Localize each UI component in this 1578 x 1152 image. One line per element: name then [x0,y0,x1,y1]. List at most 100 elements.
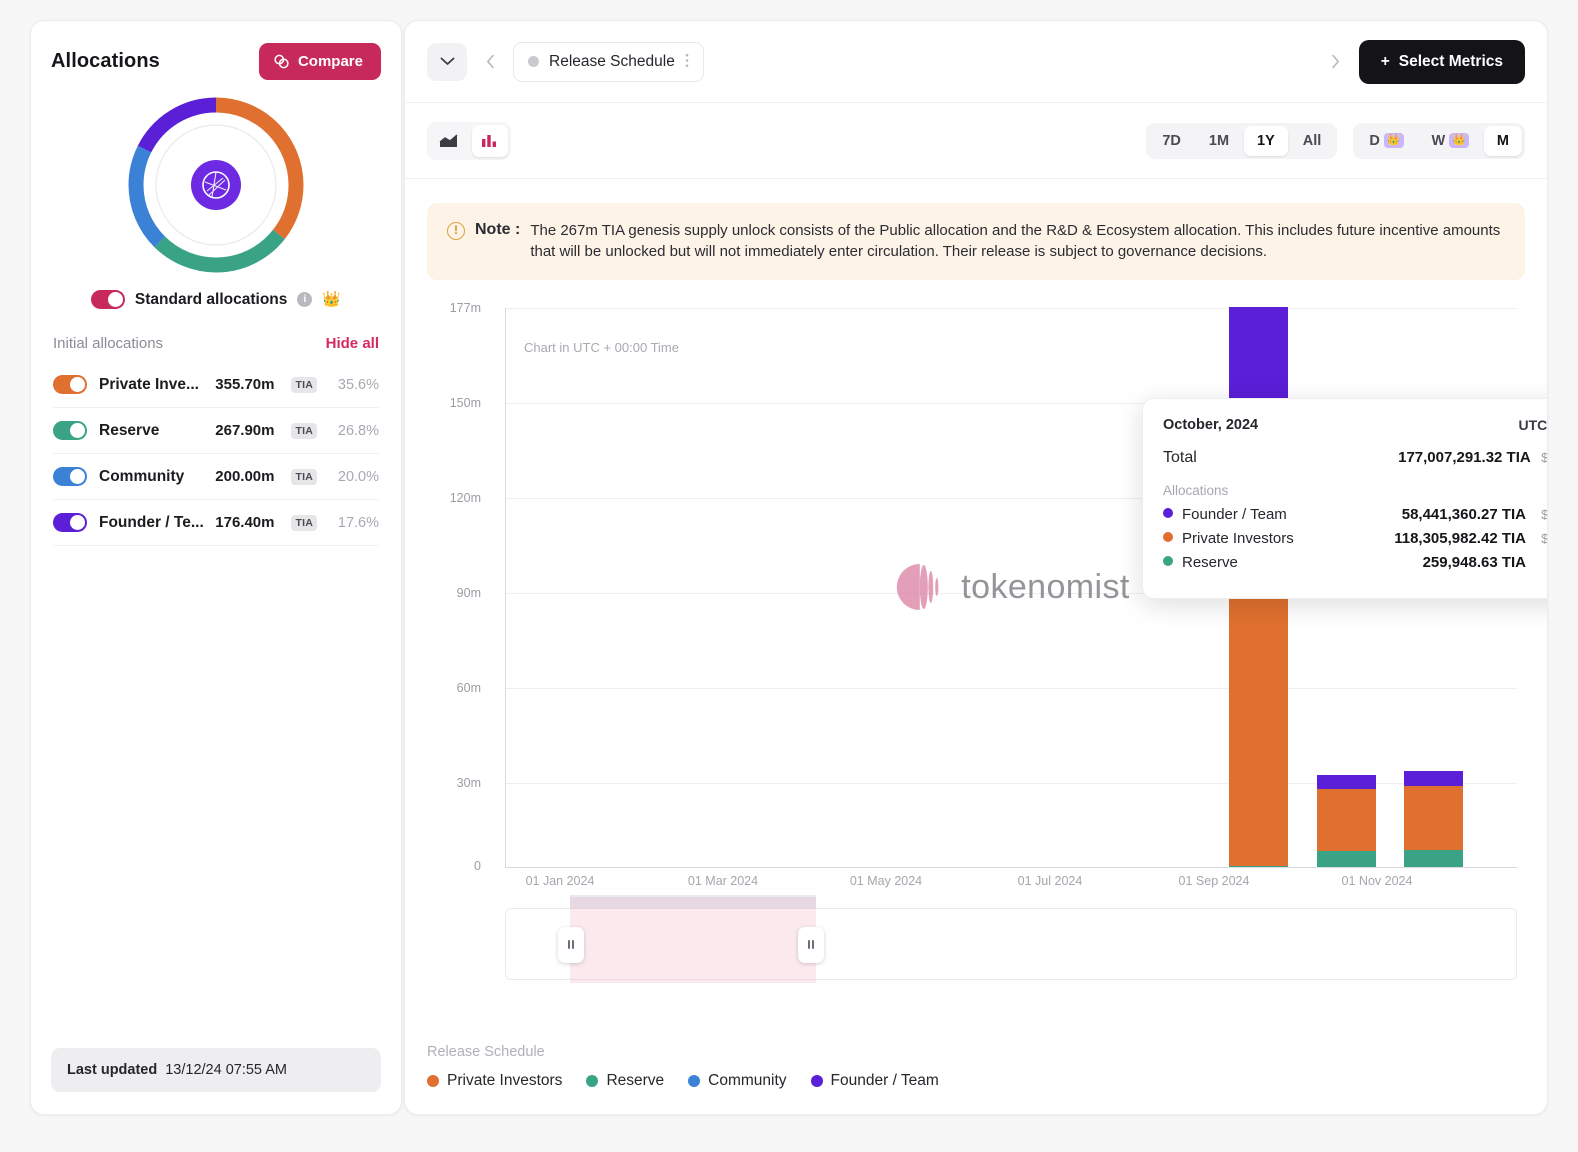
premium-crown-icon: 👑 [1384,133,1404,148]
list-item[interactable]: Founder / Te... 176.40m TIA 17.6% [53,500,379,546]
legend-item-founder-team[interactable]: Founder / Team [811,1072,939,1090]
allocation-toggle-reserve[interactable] [53,421,87,440]
y-tick: 177m [450,301,481,315]
list-item[interactable]: Reserve 267.90m TIA 26.8% [53,408,379,454]
expand-chevron-down-button[interactable] [427,43,467,81]
legend-label: Reserve [606,1072,664,1090]
bar-segment-reserve [1317,851,1376,867]
range-1m-button[interactable]: 1M [1196,126,1242,156]
x-tick: 01 Jan 2024 [526,874,595,888]
tooltip-allocations-label: Allocations [1163,483,1548,498]
allocation-name: Founder / Te... [99,514,203,532]
interval-weekly-button[interactable]: W 👑 [1419,126,1482,156]
allocation-toggle-community[interactable] [53,467,87,486]
tab-label: Release Schedule [549,53,675,71]
compare-icon [273,53,290,70]
range-7d-button[interactable]: 7D [1149,126,1194,156]
interval-daily-button[interactable]: D 👑 [1356,126,1416,156]
info-icon[interactable]: i [297,292,312,307]
bar-nov-2024[interactable] [1317,775,1376,867]
interval-daily-label: D [1369,133,1379,149]
y-axis: 177m 150m 120m 90m 60m 30m 0 [427,308,491,868]
legend-item-private-investors[interactable]: Private Investors [427,1072,562,1090]
standard-allocations-label: Standard allocations [135,291,287,309]
allocation-toggle-founder-team[interactable] [53,513,87,532]
unit-chip: TIA [291,469,317,485]
select-metrics-label: Select Metrics [1399,53,1503,71]
x-tick: 01 May 2024 [850,874,922,888]
tab-status-dot-icon [528,56,539,67]
range-selector-group: 7D 1M 1Y All [1146,123,1337,159]
unit-chip: TIA [291,515,317,531]
allocation-toggle-private-investors[interactable] [53,375,87,394]
standard-allocations-toggle[interactable] [91,290,125,309]
premium-crown-icon: 👑 [1449,133,1469,148]
tab-menu-kebab-icon[interactable] [685,53,689,70]
chart-range-brush[interactable] [505,908,1517,980]
allocation-percent: 35.6% [335,377,379,393]
y-tick: 90m [457,586,481,600]
allocation-name: Reserve [99,422,203,440]
note-banner: ! Note : The 267m TIA genesis supply unl… [427,203,1525,280]
allocation-percent: 26.8% [335,423,379,439]
brush-selection[interactable] [570,897,816,983]
tooltip-row-value: 58,441,360.27 TIA [1402,506,1526,523]
tooltip-row-value: 259,948.63 TIA [1423,554,1526,571]
page-title: Allocations [51,50,160,73]
tooltip-total-row: Total 177,007,291.32 TIA $977.44m [1163,449,1548,467]
list-item[interactable]: Community 200.00m TIA 20.0% [53,454,379,500]
interval-monthly-button[interactable]: M [1484,126,1522,156]
bar-chart-icon [481,133,499,149]
chevron-down-icon [440,57,455,66]
allocation-amount: 200.00m [215,468,274,485]
chevron-left-icon [486,54,495,69]
select-metrics-button[interactable]: + Select Metrics [1359,40,1525,84]
tooltip-date: October, 2024 [1163,417,1258,433]
legend-dot-icon [811,1075,823,1087]
panel-footer: Last updated13/12/24 07:55 AM [31,1032,401,1114]
bar-chart-type-button[interactable] [472,125,508,157]
bar-dec-2024[interactable] [1404,771,1463,867]
prev-tab-button[interactable] [477,45,503,79]
note-text: The 267m TIA genesis supply unlock consi… [530,220,1505,263]
allocation-name: Private Inve... [99,376,203,394]
bar-segment-private-investors [1404,786,1463,850]
x-tick: 01 Jul 2024 [1018,874,1083,888]
interval-weekly-label: W [1432,133,1446,149]
initial-allocations-header: Initial allocations Hide all [31,309,401,362]
tooltip-row-name: Reserve [1182,554,1414,571]
tooltip-total-label: Total [1163,449,1197,467]
crown-icon: 👑 [322,292,341,307]
list-item[interactable]: Private Inve... 355.70m TIA 35.6% [53,362,379,408]
tooltip-row-value: 118,305,982.42 TIA [1394,530,1526,547]
allocation-amount: 355.70m [215,376,274,393]
brush-handle-left[interactable] [558,927,584,963]
allocation-list: Private Inve... 355.70m TIA 35.6% Reserv… [31,362,401,546]
y-tick: 120m [450,491,481,505]
chevron-right-icon [1331,54,1340,69]
tooltip-row-usd: $322.72m [1535,507,1548,522]
range-1y-button[interactable]: 1Y [1244,126,1288,156]
hide-all-button[interactable]: Hide all [326,335,379,352]
legend-item-community[interactable]: Community [688,1072,786,1090]
legend-label: Private Investors [447,1072,562,1090]
initial-allocations-label: Initial allocations [53,335,163,352]
tab-release-schedule[interactable]: Release Schedule [513,42,704,82]
x-tick: 01 Sep 2024 [1179,874,1250,888]
legend-label: Community [708,1072,786,1090]
allocations-panel: Allocations Compare [30,20,402,1115]
compare-button[interactable]: Compare [259,43,381,80]
last-updated: Last updated13/12/24 07:55 AM [51,1048,381,1092]
interval-selector-group: D 👑 W 👑 M [1353,123,1525,159]
allocation-percent: 20.0% [335,469,379,485]
allocation-name: Community [99,468,203,486]
chart-type-group [427,122,511,160]
last-updated-label: Last updated [67,1062,157,1078]
next-tab-button[interactable] [1323,45,1349,79]
brush-handle-right[interactable] [798,927,824,963]
tooltip-row-reserve: Reserve 259,948.63 TIA $1.44m [1163,554,1548,571]
range-all-button[interactable]: All [1290,126,1335,156]
chart-tooltip: October, 2024 UTC + 00:00 Total 177,007,… [1142,398,1548,599]
legend-item-reserve[interactable]: Reserve [586,1072,664,1090]
area-chart-type-button[interactable] [430,125,466,157]
